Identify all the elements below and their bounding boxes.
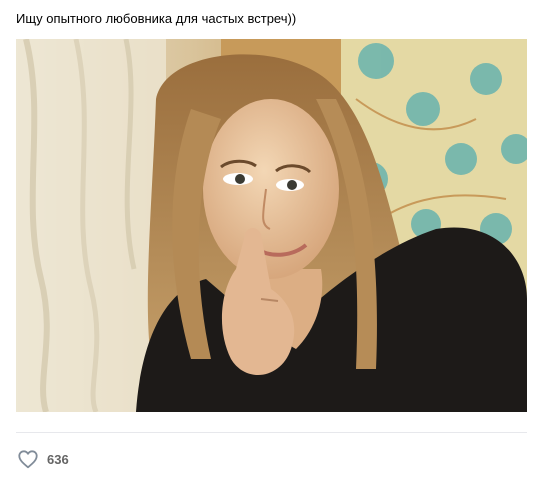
heart-outline-icon — [18, 450, 38, 469]
post-photo[interactable] — [16, 39, 527, 412]
post-text: Ищу опытного любовника для частых встреч… — [16, 11, 297, 26]
selfie-photo-image — [16, 39, 527, 412]
like-count: 636 — [47, 451, 69, 467]
divider — [16, 432, 527, 433]
like-button[interactable]: 636 — [16, 447, 69, 471]
